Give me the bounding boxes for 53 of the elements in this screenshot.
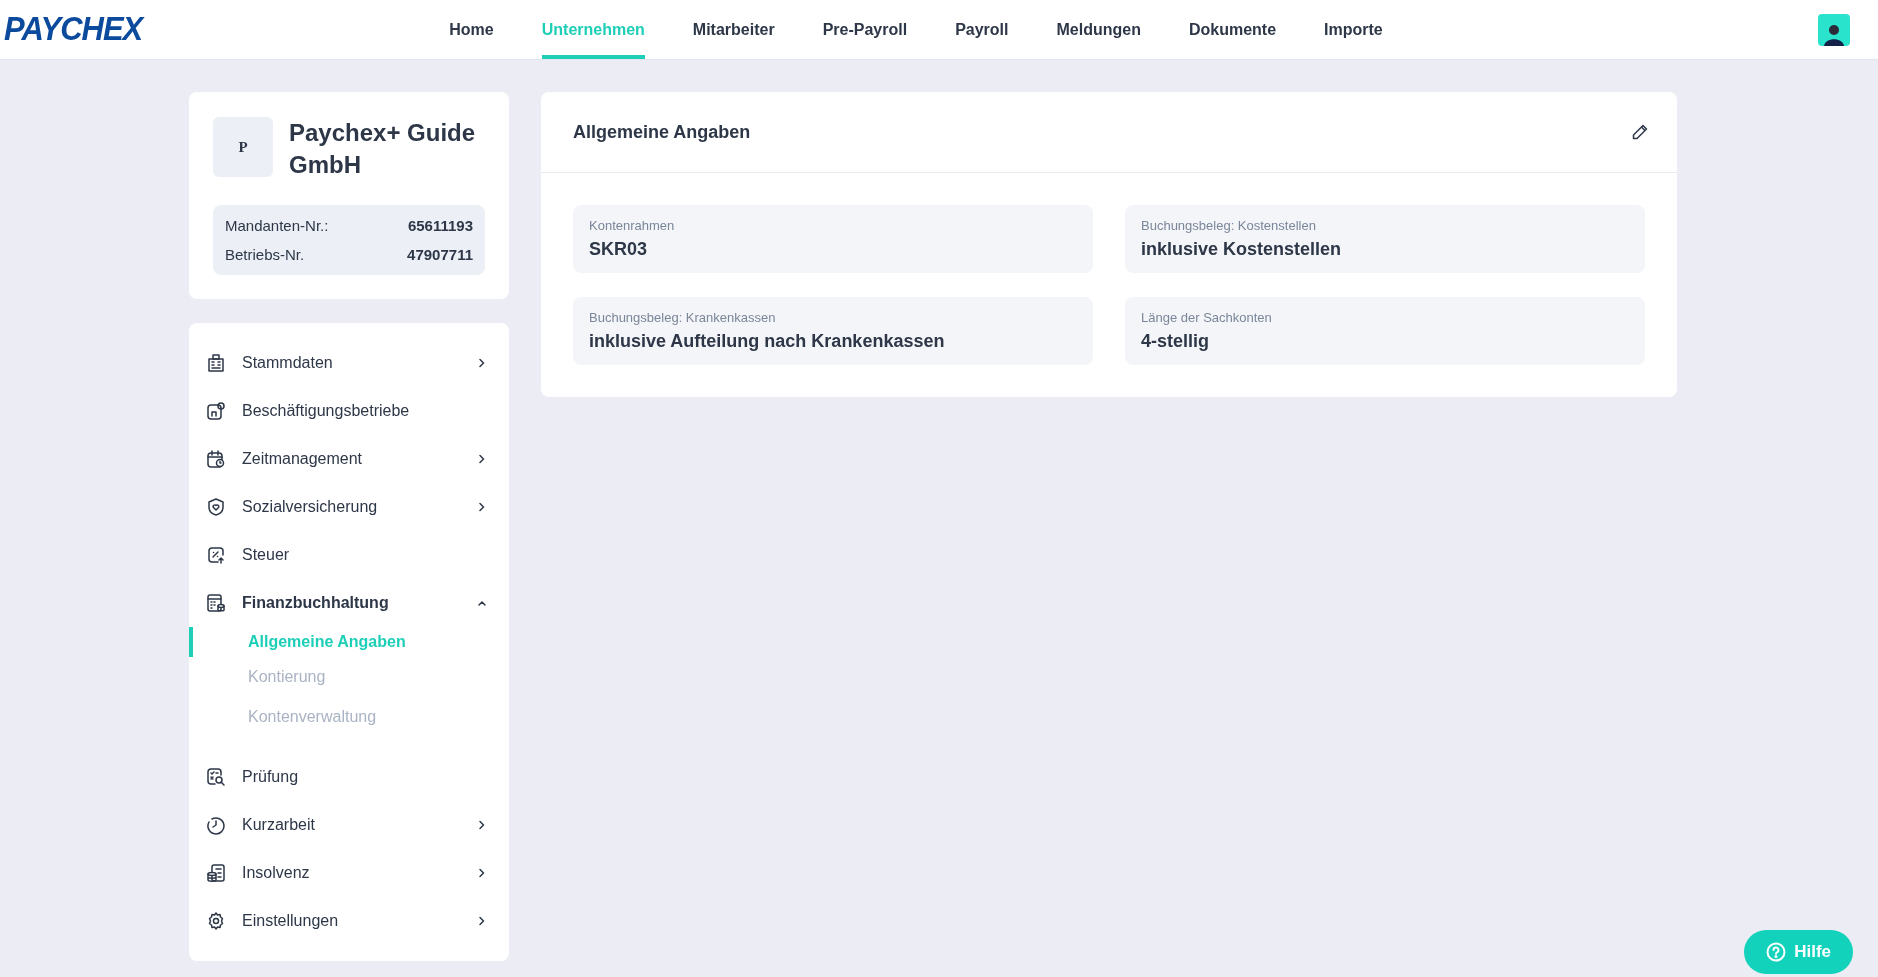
percent-arrow-icon [206, 545, 226, 565]
calculator-coins-icon [206, 593, 226, 613]
field-value: SKR03 [589, 239, 649, 260]
field-label: Buchungsbeleg: Kostenstellen [1141, 218, 1317, 233]
panel-title: Allgemeine Angaben [573, 121, 751, 143]
chevron-right-icon [477, 502, 487, 512]
building-pin-icon [206, 401, 226, 421]
menu-item[interactable]: Stammdaten [189, 339, 509, 387]
nav-tab[interactable]: Meldungen [1056, 0, 1141, 59]
fact-value: 47907711 [407, 246, 473, 263]
chevron-right-icon [477, 454, 487, 464]
field-value: inklusive Kostenstellen [1141, 239, 1343, 260]
menu-item[interactable]: Beschäftigungsbetriebe [189, 387, 509, 435]
chevron-right-icon [477, 358, 487, 368]
checklist-search-icon [206, 767, 226, 787]
company-name: Paychex+ Guide GmbH [289, 118, 477, 180]
nav-tab[interactable]: Home [449, 0, 494, 59]
building-icon [206, 353, 226, 373]
calendar-clock-icon [206, 449, 226, 469]
edit-pencil-icon[interactable] [1631, 123, 1649, 141]
chevron-right-icon [477, 820, 487, 830]
nav-tab[interactable]: Importe [1324, 0, 1383, 59]
chevron-right-icon [477, 868, 487, 878]
help-icon [1766, 942, 1787, 962]
fact-label: Mandanten-Nr.: [225, 217, 329, 234]
chevron-up-icon [477, 598, 487, 608]
menu-item[interactable]: Finanzbuchhaltung [189, 579, 509, 627]
nav-tab[interactable]: Payroll [955, 0, 1009, 59]
shield-heart-icon [206, 497, 226, 517]
avatar-icon[interactable] [1818, 13, 1850, 46]
menu-item[interactable]: Zeitmanagement [189, 435, 509, 483]
document-coins-icon [206, 863, 226, 883]
company-initial: P [213, 117, 273, 177]
fact-value: 65611193 [407, 217, 473, 234]
field-label: Buchungsbeleg: Krankenkassen [589, 310, 777, 325]
menu-item[interactable]: Einstellungen [189, 897, 509, 945]
clock-icon [206, 815, 226, 835]
nav-tab[interactable]: Mitarbeiter [692, 0, 775, 59]
menu-item[interactable]: Sozialversicherung [189, 483, 509, 531]
field-label: Länge der Sachkonten [1141, 310, 1273, 325]
chevron-right-icon [477, 916, 487, 926]
menu-item[interactable]: Kurzarbeit [189, 801, 509, 849]
menu-item[interactable]: Prüfung [189, 753, 509, 801]
field-label: Kontenrahmen [589, 218, 676, 233]
nav-tab[interactable]: Dokumente [1188, 0, 1277, 59]
fact-label: Betriebs-Nr. [225, 246, 305, 263]
logo[interactable]: PAYCHEX [4, 10, 444, 49]
gear-icon [206, 911, 226, 931]
menu-item[interactable]: Steuer [189, 531, 509, 579]
field-value: 4-stellig [1141, 331, 1211, 352]
field-value: inklusive Aufteilung nach Krankenkassen [589, 331, 946, 352]
menu-item[interactable]: Insolvenz [189, 849, 509, 897]
nav-tab[interactable]: Pre-Payroll [822, 0, 908, 59]
